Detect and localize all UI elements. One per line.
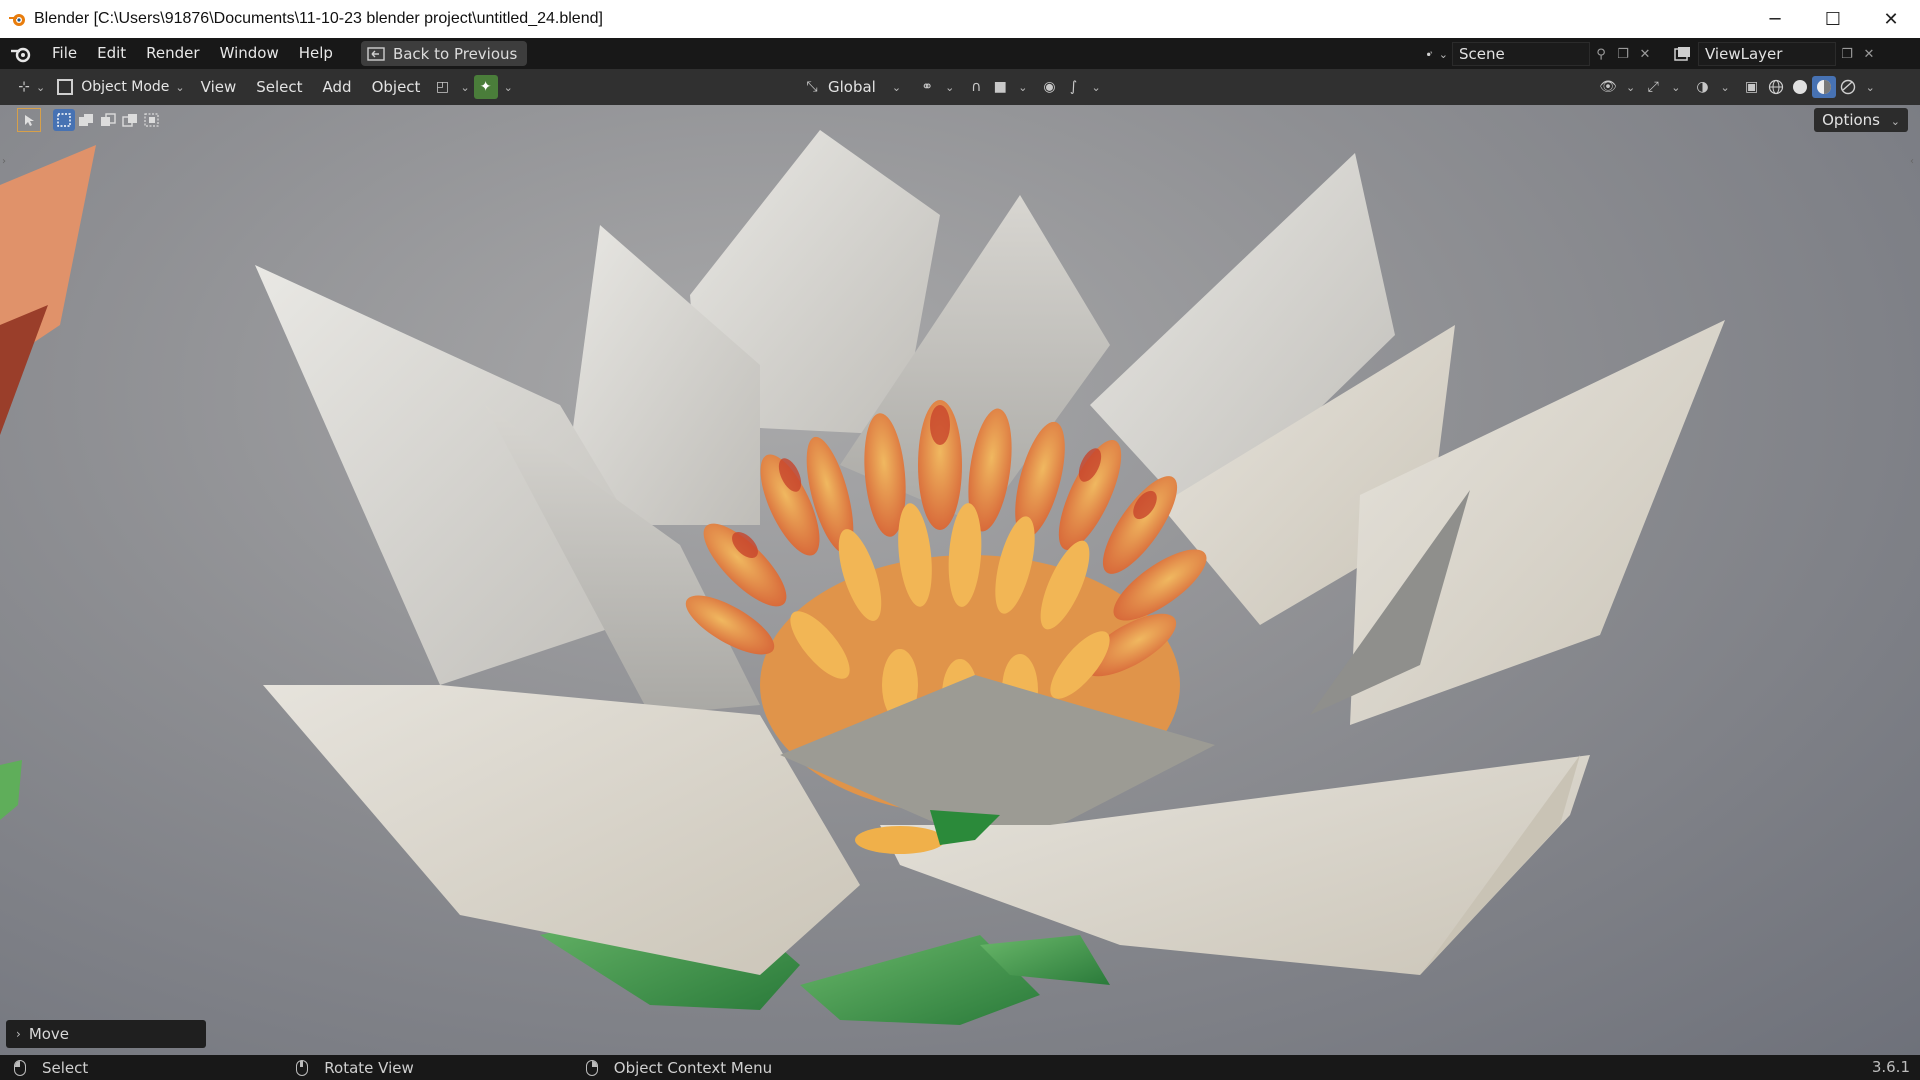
view-layer-name-field[interactable]: ViewLayer bbox=[1698, 42, 1836, 66]
blender-app-icon bbox=[9, 14, 25, 26]
transform-orientation-label[interactable]: Global bbox=[824, 78, 886, 96]
editor-type-caret: ⌄ bbox=[36, 80, 46, 94]
tool-settings-row: Options ⌄ bbox=[0, 105, 1920, 135]
orientation-caret-icon: ⌄ bbox=[891, 80, 902, 94]
pivot-point-icon[interactable]: ⚭ bbox=[915, 75, 939, 99]
object-mode-label: Object Mode bbox=[81, 79, 170, 95]
status-context-label: Object Context Menu bbox=[613, 1058, 773, 1077]
viewport-menu-add[interactable]: Add bbox=[313, 78, 362, 96]
scene-data-icon[interactable]: ⌄ bbox=[1426, 43, 1448, 65]
last-operator-panel[interactable]: › Move bbox=[6, 1020, 206, 1048]
window-title: Blender [C:\Users\91876\Documents\11-10-… bbox=[34, 10, 603, 27]
left-mouse-icon bbox=[14, 1059, 26, 1076]
blender-logo-icon[interactable] bbox=[10, 44, 32, 64]
toolbar-expand-arrow-icon[interactable]: › bbox=[2, 156, 12, 170]
status-rotate-label: Rotate View bbox=[324, 1058, 414, 1077]
solid-shading-button[interactable] bbox=[1788, 76, 1812, 98]
extend-selection-mode-icon[interactable] bbox=[75, 109, 97, 131]
back-to-previous-button[interactable]: Back to Previous bbox=[360, 41, 528, 66]
minimize-button[interactable]: ─ bbox=[1746, 0, 1804, 38]
visibility-eye-icon[interactable]: 👁 bbox=[1596, 75, 1620, 99]
pin-scene-icon[interactable]: ⚲ bbox=[1590, 43, 1612, 65]
falloff-curve-icon[interactable]: ∫ bbox=[1062, 75, 1086, 99]
intersect-selection-mode-icon[interactable] bbox=[141, 109, 163, 131]
menu-window[interactable]: Window bbox=[210, 38, 289, 69]
options-caret-icon: ⌄ bbox=[1890, 115, 1900, 128]
proportional-edit-icon[interactable]: ◉ bbox=[1038, 75, 1062, 99]
viewport-menu-view[interactable]: View bbox=[191, 78, 247, 96]
operator-label: Move bbox=[28, 1025, 70, 1043]
back-to-previous-label: Back to Previous bbox=[392, 44, 518, 63]
invert-selection-mode-icon[interactable] bbox=[119, 109, 141, 131]
blender-version: 3.6.1 bbox=[1871, 1058, 1910, 1076]
viewport-display-tools: 👁 ⌄ ⤢ ⌄ ◑ ⌄ ▣ ⌄ bbox=[1596, 69, 1875, 105]
object-mode-icon bbox=[57, 79, 74, 95]
menu-help[interactable]: Help bbox=[289, 38, 343, 69]
menu-render[interactable]: Render bbox=[136, 38, 209, 69]
material-preview-shading-button[interactable] bbox=[1811, 76, 1836, 98]
status-rotate: Rotate View bbox=[296, 1058, 414, 1077]
object-mode-dropdown[interactable]: Object Mode ⌄ bbox=[51, 75, 190, 99]
view-layer-selector: ViewLayer ❐ ✕ bbox=[1672, 42, 1880, 66]
options-dropdown[interactable]: Options ⌄ bbox=[1814, 108, 1908, 132]
snap-target-icon[interactable]: ■ bbox=[988, 75, 1012, 99]
viewport-menu-select[interactable]: Select bbox=[246, 78, 312, 96]
delete-scene-icon[interactable]: ✕ bbox=[1634, 43, 1656, 65]
snap-magnet-icon[interactable]: ∩ bbox=[964, 75, 988, 99]
selectability-caret: ⌄ bbox=[460, 80, 470, 94]
gizmo-caret: ⌄ bbox=[503, 80, 513, 94]
overlays-icon[interactable]: ◑ bbox=[1690, 75, 1714, 99]
middle-mouse-icon bbox=[296, 1059, 309, 1076]
neighbour-flower bbox=[0, 145, 96, 820]
menu-edit[interactable]: Edit bbox=[87, 38, 136, 69]
falloff-caret-icon: ⌄ bbox=[1091, 80, 1101, 94]
editor-type-icon[interactable]: ⊹ bbox=[12, 75, 36, 99]
selectability-icon[interactable]: ◰ bbox=[430, 75, 454, 99]
mode-caret-icon: ⌄ bbox=[175, 80, 185, 94]
sidebar-expand-arrow-icon[interactable]: ‹ bbox=[1910, 156, 1920, 170]
xray-toggle-icon[interactable]: ▣ bbox=[1740, 75, 1764, 99]
status-select: Select bbox=[14, 1059, 88, 1077]
wireframe-shading-button[interactable] bbox=[1764, 76, 1788, 98]
gizmos-caret: ⌄ bbox=[1671, 80, 1681, 94]
maximize-button[interactable]: ☐ bbox=[1804, 0, 1862, 38]
new-selection-mode-icon[interactable] bbox=[53, 109, 75, 131]
close-button[interactable]: ✕ bbox=[1862, 0, 1920, 38]
viewport-gizmos-icon[interactable]: ⤢ bbox=[1641, 75, 1665, 99]
transform-orientation-icon[interactable]: ⤡ bbox=[800, 75, 824, 99]
transform-tools: ⤡ Global ⌄ ⚭ ⌄ ∩ ■ ⌄ ◉ ∫ ⌄ bbox=[800, 69, 1101, 105]
overlays-caret: ⌄ bbox=[1720, 80, 1730, 94]
menu-file[interactable]: File bbox=[42, 38, 87, 69]
pivot-caret-icon: ⌄ bbox=[945, 80, 955, 94]
snap-caret-icon: ⌄ bbox=[1018, 80, 1028, 94]
3d-viewport[interactable] bbox=[0, 105, 1920, 1055]
viewport-header: ⊹ ⌄ Object Mode ⌄ View Select Add Object… bbox=[0, 69, 1920, 105]
front-petals bbox=[263, 675, 1590, 975]
new-view-layer-icon[interactable]: ❐ bbox=[1836, 43, 1858, 65]
water-lily-model bbox=[0, 130, 1725, 1025]
visibility-caret: ⌄ bbox=[1626, 80, 1636, 94]
right-mouse-icon bbox=[585, 1059, 598, 1076]
status-bar: Select Rotate View Object Context Menu 3… bbox=[0, 1055, 1920, 1080]
delete-view-layer-icon[interactable]: ✕ bbox=[1858, 43, 1880, 65]
options-label: Options bbox=[1822, 111, 1880, 129]
window-controls: ─ ☐ ✕ bbox=[1746, 0, 1920, 38]
status-context-menu: Object Context Menu bbox=[585, 1058, 773, 1077]
select-box-tool-icon[interactable] bbox=[17, 108, 41, 132]
shading-caret: ⌄ bbox=[1865, 80, 1875, 94]
viewport-menu-object[interactable]: Object bbox=[362, 78, 431, 96]
window-title-bar: Blender [C:\Users\91876\Documents\11-10-… bbox=[0, 0, 1920, 38]
gizmo-toggle-icon[interactable]: ✦ bbox=[473, 75, 498, 99]
back-screen-icon bbox=[367, 46, 385, 61]
new-scene-icon[interactable]: ❐ bbox=[1612, 43, 1634, 65]
subtract-selection-mode-icon[interactable] bbox=[97, 109, 119, 131]
status-select-label: Select bbox=[42, 1058, 89, 1077]
view-layer-icon[interactable] bbox=[1672, 43, 1694, 65]
scene-selector: ⌄ Scene ⚲ ❐ ✕ bbox=[1426, 42, 1656, 66]
scene-name-field[interactable]: Scene bbox=[1452, 42, 1590, 66]
panel-expand-chevron-icon: › bbox=[16, 1027, 21, 1041]
rendered-shading-button[interactable] bbox=[1836, 76, 1860, 98]
